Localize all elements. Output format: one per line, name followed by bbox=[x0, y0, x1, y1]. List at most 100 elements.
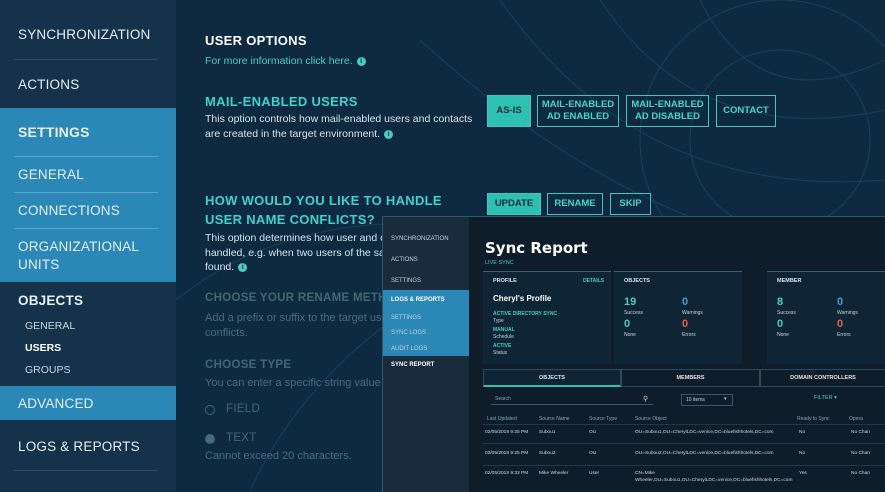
errors-label: Errors bbox=[682, 332, 696, 338]
main-sidebar: SYNCHRONIZATION ACTIONS SETTINGS GENERAL… bbox=[0, 0, 176, 491]
overlay-side-actions[interactable]: ACTIONS bbox=[391, 257, 418, 263]
none-label: None bbox=[624, 332, 636, 338]
radio-field-label: FIELD bbox=[226, 403, 261, 415]
overlay-side-settings[interactable]: SETTINGS bbox=[391, 278, 421, 284]
col-last-updated[interactable]: Last Updated bbox=[487, 416, 517, 422]
col-source-object[interactable]: Source Object bbox=[635, 416, 667, 422]
skip-button[interactable]: SKIP bbox=[610, 193, 651, 215]
sidebar-item-actions[interactable]: ACTIONS bbox=[0, 77, 176, 95]
profile-name: Cheryl's Profile bbox=[493, 294, 552, 303]
search-input[interactable]: Search ⚲ bbox=[491, 394, 653, 405]
row-object: CN=Mike bbox=[635, 471, 655, 476]
type-value: ACTIVE DIRECTORY SYNC bbox=[493, 311, 558, 317]
filter-button[interactable]: FILTER ▾ bbox=[814, 395, 837, 401]
tab-domain-controllers[interactable]: DOMAIN CONTROLLERS bbox=[760, 369, 885, 387]
sidebar-item-organizational-units[interactable]: ORGANIZATIONAL UNITS bbox=[0, 239, 176, 275]
overlay-side-audit-logs[interactable]: AUDIT LOGS bbox=[391, 346, 427, 352]
row-date: 02/05/2018 9:33 PM bbox=[485, 471, 529, 476]
sidebar-item-connections[interactable]: CONNECTIONS bbox=[0, 203, 176, 221]
overlay-side-sync-report[interactable]: SYNC REPORT bbox=[391, 362, 434, 368]
choose-type-desc: You can enter a specific string value or… bbox=[205, 377, 403, 389]
row-ready: Yes bbox=[799, 471, 807, 476]
tab-objects[interactable]: OBJECTS bbox=[483, 369, 621, 387]
member-none-count: 0 bbox=[777, 318, 784, 330]
more-info-link[interactable]: For more information click here. i bbox=[205, 55, 366, 67]
warnings-label: Warnings bbox=[682, 310, 703, 316]
col-source-type[interactable]: Source Type bbox=[589, 416, 617, 422]
row-date: 02/05/2018 9:25 PM bbox=[485, 451, 529, 456]
sidebar-item-general[interactable]: GENERAL bbox=[0, 167, 176, 185]
type-label: Type bbox=[493, 318, 504, 324]
divider bbox=[14, 156, 158, 157]
overlay-side-logs-reports[interactable]: LOGS & REPORTS bbox=[391, 297, 445, 303]
success-label: Success bbox=[777, 310, 796, 316]
divider bbox=[14, 228, 158, 229]
info-icon: i bbox=[384, 129, 394, 139]
divider bbox=[483, 465, 885, 466]
sidebar-item-advanced[interactable]: ADVANCED bbox=[0, 396, 176, 414]
choose-type-title: CHOOSE TYPE bbox=[205, 359, 292, 371]
radio-field[interactable] bbox=[205, 405, 215, 415]
col-operation[interactable]: Opera bbox=[849, 416, 863, 422]
status-label: Status bbox=[493, 350, 508, 356]
row-name: Subou1 bbox=[539, 430, 556, 435]
row-name: Subou2 bbox=[539, 451, 556, 456]
row-operation: No Chan bbox=[851, 430, 870, 435]
tab-members[interactable]: MEMBERS bbox=[621, 369, 760, 387]
divider bbox=[14, 59, 158, 60]
status-value: ACTIVE bbox=[493, 343, 512, 349]
sidebar-subitem-general[interactable]: GENERAL bbox=[25, 320, 75, 332]
overlay-side-synchronization[interactable]: SYNCHRONIZATION bbox=[391, 236, 449, 242]
char-limit-note: Cannot exceed 20 characters. bbox=[205, 450, 352, 462]
sidebar-item-settings[interactable]: SETTINGS bbox=[0, 124, 176, 142]
row-ready: No bbox=[799, 430, 806, 435]
objects-warnings-count: 0 bbox=[682, 296, 689, 308]
success-label: Success bbox=[624, 310, 643, 316]
radio-text[interactable] bbox=[205, 434, 215, 444]
row-ready: No bbox=[799, 451, 806, 456]
rename-method-title: CHOOSE YOUR RENAME METHOD bbox=[205, 292, 405, 304]
row-date: 02/05/2018 9:25 PM bbox=[485, 430, 529, 435]
sidebar-item-synchronization[interactable]: SYNCHRONIZATION bbox=[0, 27, 176, 45]
overlay-side-sync-logs[interactable]: SYNC LOGS bbox=[391, 330, 426, 336]
update-button[interactable]: UPDATE bbox=[487, 193, 541, 215]
divider bbox=[483, 443, 885, 444]
mail-enabled-ad-disabled-button[interactable]: MAIL-ENABLED AD DISABLED bbox=[626, 95, 709, 127]
conflict-desc: This option determines how user and co h… bbox=[205, 232, 394, 273]
sidebar-subitem-groups[interactable]: GROUPS bbox=[25, 364, 71, 376]
info-icon: i bbox=[238, 263, 248, 272]
radio-text-label: TEXT bbox=[226, 432, 257, 444]
details-link[interactable]: DETAILS bbox=[583, 278, 604, 284]
info-icon: i bbox=[356, 57, 366, 66]
contact-button[interactable]: CONTACT bbox=[716, 95, 776, 127]
row-object: OU=Subou2,OU=CherylLDC=venice,DC=bluefis… bbox=[635, 451, 774, 456]
row-operation: No Chan bbox=[851, 451, 870, 456]
overlay-side-settings-sub[interactable]: SETTINGS bbox=[391, 315, 421, 321]
member-header: MEMBER bbox=[777, 278, 802, 284]
row-name: Mike Wheeler bbox=[539, 471, 569, 476]
sidebar-item-objects[interactable]: OBJECTS bbox=[0, 293, 176, 311]
row-operation: No Chan bbox=[851, 471, 870, 476]
divider bbox=[14, 470, 158, 471]
divider bbox=[483, 424, 885, 425]
row-type: OU bbox=[589, 430, 597, 435]
col-source-name[interactable]: Source Name bbox=[539, 416, 570, 422]
row-object: OU=Subou1,OU=CherylLDC=venice,DC=bluefis… bbox=[635, 430, 774, 435]
as-is-button[interactable]: AS-IS bbox=[487, 95, 531, 127]
sidebar-item-logs-reports[interactable]: LOGS & REPORTS bbox=[0, 439, 176, 457]
chevron-down-icon: ▾ bbox=[724, 396, 727, 402]
schedule-value: MANUAL bbox=[493, 327, 515, 333]
page-size-select[interactable]: 10 items ▾ bbox=[681, 394, 733, 406]
objects-errors-count: 0 bbox=[682, 318, 689, 330]
search-icon: ⚲ bbox=[643, 396, 649, 403]
rename-method-desc: Add a prefix or suffix to the target use… bbox=[205, 312, 398, 339]
errors-label: Errors bbox=[837, 332, 851, 338]
mail-enabled-ad-enabled-button[interactable]: MAIL-ENABLED AD ENABLED bbox=[537, 95, 619, 127]
rename-button[interactable]: RENAME bbox=[547, 193, 603, 215]
divider bbox=[14, 192, 158, 193]
col-ready-to-sync[interactable]: Ready to Sync bbox=[797, 416, 830, 422]
report-tabs: OBJECTS MEMBERS DOMAIN CONTROLLERS bbox=[483, 369, 885, 387]
sidebar-subitem-users[interactable]: USERS bbox=[25, 342, 61, 354]
mail-enabled-desc: This option controls how mail-enabled us… bbox=[205, 113, 473, 140]
member-card: MEMBER 8 Success 0 Warnings 0 None 0 Err… bbox=[767, 271, 885, 364]
